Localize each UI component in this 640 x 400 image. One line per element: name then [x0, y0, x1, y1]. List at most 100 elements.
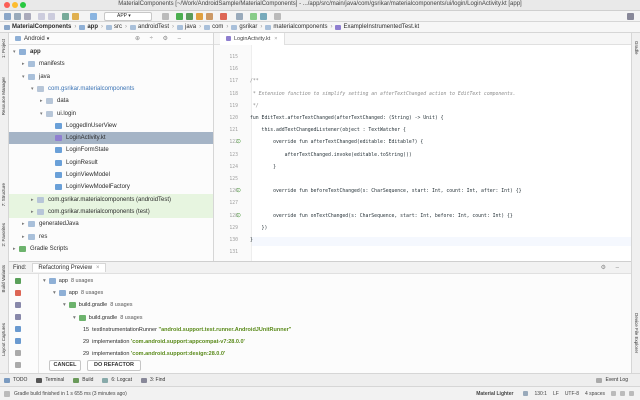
- back-icon[interactable]: [38, 13, 45, 20]
- inspector-icon[interactable]: [620, 391, 625, 396]
- chevron-down-icon[interactable]: ▾: [47, 36, 50, 42]
- usage-group[interactable]: ▾ build.gradle 8 usages: [73, 313, 143, 323]
- tool-tab-gradle[interactable]: Gradle: [634, 41, 639, 55]
- profile-icon[interactable]: [206, 13, 213, 20]
- theme-indicator[interactable]: Material Lighter: [476, 391, 513, 397]
- close-icon[interactable]: [15, 290, 21, 296]
- panel-actions[interactable]: ⚙ –: [601, 264, 623, 271]
- close-icon[interactable]: ×: [274, 36, 277, 42]
- group-by-module-icon[interactable]: [15, 326, 21, 332]
- code-line[interactable]: this.addTextChangedListener(object : Tex…: [250, 128, 406, 133]
- tool-tab-layout-captures[interactable]: Layout Captures: [1, 323, 6, 356]
- make-icon[interactable]: [72, 13, 79, 20]
- group-by-file-icon[interactable]: [15, 338, 21, 344]
- lock-icon[interactable]: [611, 391, 616, 396]
- code-line[interactable]: override fun onTextChanged(s: CharSequen…: [250, 214, 513, 219]
- tool-tab-structure[interactable]: 7: Structure: [1, 183, 6, 206]
- breadcrumb-item[interactable]: app: [79, 24, 98, 30]
- chevron-down-icon[interactable]: ▾: [63, 302, 66, 308]
- avd-manager-icon[interactable]: [250, 13, 257, 20]
- code-line[interactable]: fun EditText.afterTextChanged(afterTextC…: [250, 116, 444, 121]
- attach-debugger-icon[interactable]: [236, 13, 243, 20]
- tree-item[interactable]: ▸ generatedJava: [9, 218, 79, 230]
- tree-item[interactable]: ▸ com.gsrikar.materialcomponents (android…: [9, 193, 213, 206]
- device-select-icon[interactable]: [162, 13, 169, 20]
- sync-icon[interactable]: [24, 13, 31, 20]
- search-everywhere-icon[interactable]: [627, 13, 634, 20]
- tree-item[interactable]: ▾ java: [9, 71, 50, 83]
- status-message[interactable]: Gradle build finished in 1 s 655 ms (3 m…: [14, 391, 127, 397]
- code-line[interactable]: afterTextChanged.invoke(editable.toStrin…: [250, 153, 412, 158]
- line-separator[interactable]: LF: [553, 391, 559, 397]
- apply-changes-icon[interactable]: [196, 13, 203, 20]
- code-line[interactable]: override fun afterTextChanged(editable: …: [250, 140, 423, 145]
- tree-item[interactable]: ▸ data: [9, 95, 69, 107]
- breadcrumb-item[interactable]: gsrikar: [231, 24, 257, 30]
- code-line[interactable]: }: [250, 165, 276, 170]
- tool-tab-todo[interactable]: TODO: [4, 377, 27, 383]
- tree-item[interactable]: LoginViewModelFactory: [9, 181, 130, 193]
- code-line[interactable]: override fun beforeTextChanged(s: CharSe…: [250, 189, 521, 194]
- indent-setting[interactable]: 4 spaces: [585, 391, 605, 397]
- usage-row[interactable]: 29 implementation 'com.android.support:de…: [83, 349, 225, 359]
- expand-all-icon[interactable]: [15, 302, 21, 308]
- build-hammer-icon[interactable]: [62, 13, 69, 20]
- tree-item[interactable]: ▾ app: [9, 46, 41, 58]
- code-line[interactable]: }: [250, 238, 253, 243]
- file-encoding[interactable]: UTF-8: [565, 391, 579, 397]
- run-config-select[interactable]: APP ▾: [104, 12, 152, 21]
- tool-tab-build-variants[interactable]: Build Variants: [1, 265, 6, 292]
- run-icon[interactable]: [176, 13, 183, 20]
- project-view-selector[interactable]: Android: [24, 36, 45, 42]
- tab-refactoring-preview[interactable]: Refactoring Preview ×: [32, 263, 106, 272]
- caret-position[interactable]: 130:1: [534, 391, 547, 397]
- breadcrumb-item[interactable]: src: [106, 24, 122, 30]
- code-line[interactable]: }): [250, 226, 268, 231]
- tree-item[interactable]: ▸ manifests: [9, 58, 65, 70]
- tree-item[interactable]: ▾ com.gsrikar.materialcomponents: [9, 83, 134, 95]
- breadcrumb-item[interactable]: java: [177, 24, 196, 30]
- usage-group[interactable]: ▾ build.gradle 8 usages: [63, 300, 133, 310]
- tree-item[interactable]: LoginActivity.kt: [9, 132, 213, 145]
- panel-actions[interactable]: ⊕ ÷ ⚙ –: [135, 35, 185, 42]
- tree-item[interactable]: ▸ com.gsrikar.materialcomponents (test): [9, 205, 213, 218]
- usage-row[interactable]: 29 implementation 'com.android.support:ap…: [83, 337, 245, 347]
- breadcrumb-item[interactable]: ExampleInstrumentedTest.kt: [335, 24, 419, 30]
- close-icon[interactable]: ×: [96, 265, 100, 271]
- tree-item[interactable]: LoginViewModel: [9, 169, 110, 181]
- do-refactor-button[interactable]: DO REFACTOR: [87, 360, 141, 371]
- code-line[interactable]: * Extension function to simplify setting…: [250, 92, 516, 97]
- override-marker-icon[interactable]: ⊙: [236, 138, 241, 145]
- breadcrumb-item[interactable]: MaterialComponents: [4, 24, 71, 30]
- tool-tab-resource-manager[interactable]: Resource Manager: [1, 77, 6, 115]
- layout-inspector-icon[interactable]: [274, 13, 281, 20]
- chevron-down-icon[interactable]: ▾: [73, 315, 76, 321]
- breadcrumb-item[interactable]: androidTest: [130, 24, 169, 30]
- sdk-manager-icon[interactable]: [260, 13, 267, 20]
- debug-icon[interactable]: [186, 13, 193, 20]
- usage-group[interactable]: ▾ app 8 usages: [43, 276, 93, 286]
- help-icon[interactable]: [15, 362, 21, 368]
- tool-tab-build[interactable]: Build: [73, 377, 93, 383]
- tree-item[interactable]: LoginResult: [9, 157, 98, 169]
- tool-tab-favorites[interactable]: 2: Favorites: [1, 223, 6, 247]
- open-folder-icon[interactable]: [4, 13, 11, 20]
- breadcrumb-item[interactable]: com: [204, 24, 223, 30]
- tree-item[interactable]: LoggedInUserView: [9, 120, 117, 132]
- tool-tab-terminal[interactable]: Terminal: [36, 377, 64, 383]
- code-line[interactable]: /**: [250, 79, 259, 84]
- save-icon[interactable]: [14, 13, 21, 20]
- tool-tab-logcat[interactable]: 6: Logcat: [102, 377, 132, 383]
- tool-tab-device-file-explorer[interactable]: Device File Explorer: [634, 313, 639, 353]
- forward-icon[interactable]: [48, 13, 55, 20]
- cancel-button[interactable]: CANCEL: [49, 360, 81, 371]
- export-icon[interactable]: [15, 350, 21, 356]
- tree-item[interactable]: ▸ res: [9, 231, 47, 243]
- chevron-down-icon[interactable]: ▾: [53, 290, 56, 296]
- tree-item[interactable]: LoginFormState: [9, 144, 109, 156]
- stop-icon[interactable]: [220, 13, 227, 20]
- override-marker-icon[interactable]: ⊙: [236, 187, 241, 194]
- tree-item[interactable]: ▾ ui.login: [9, 108, 76, 120]
- editor-tab-login-activity[interactable]: LoginActivity.kt ×: [220, 32, 285, 45]
- tool-tab-project[interactable]: 1: Project: [1, 39, 6, 58]
